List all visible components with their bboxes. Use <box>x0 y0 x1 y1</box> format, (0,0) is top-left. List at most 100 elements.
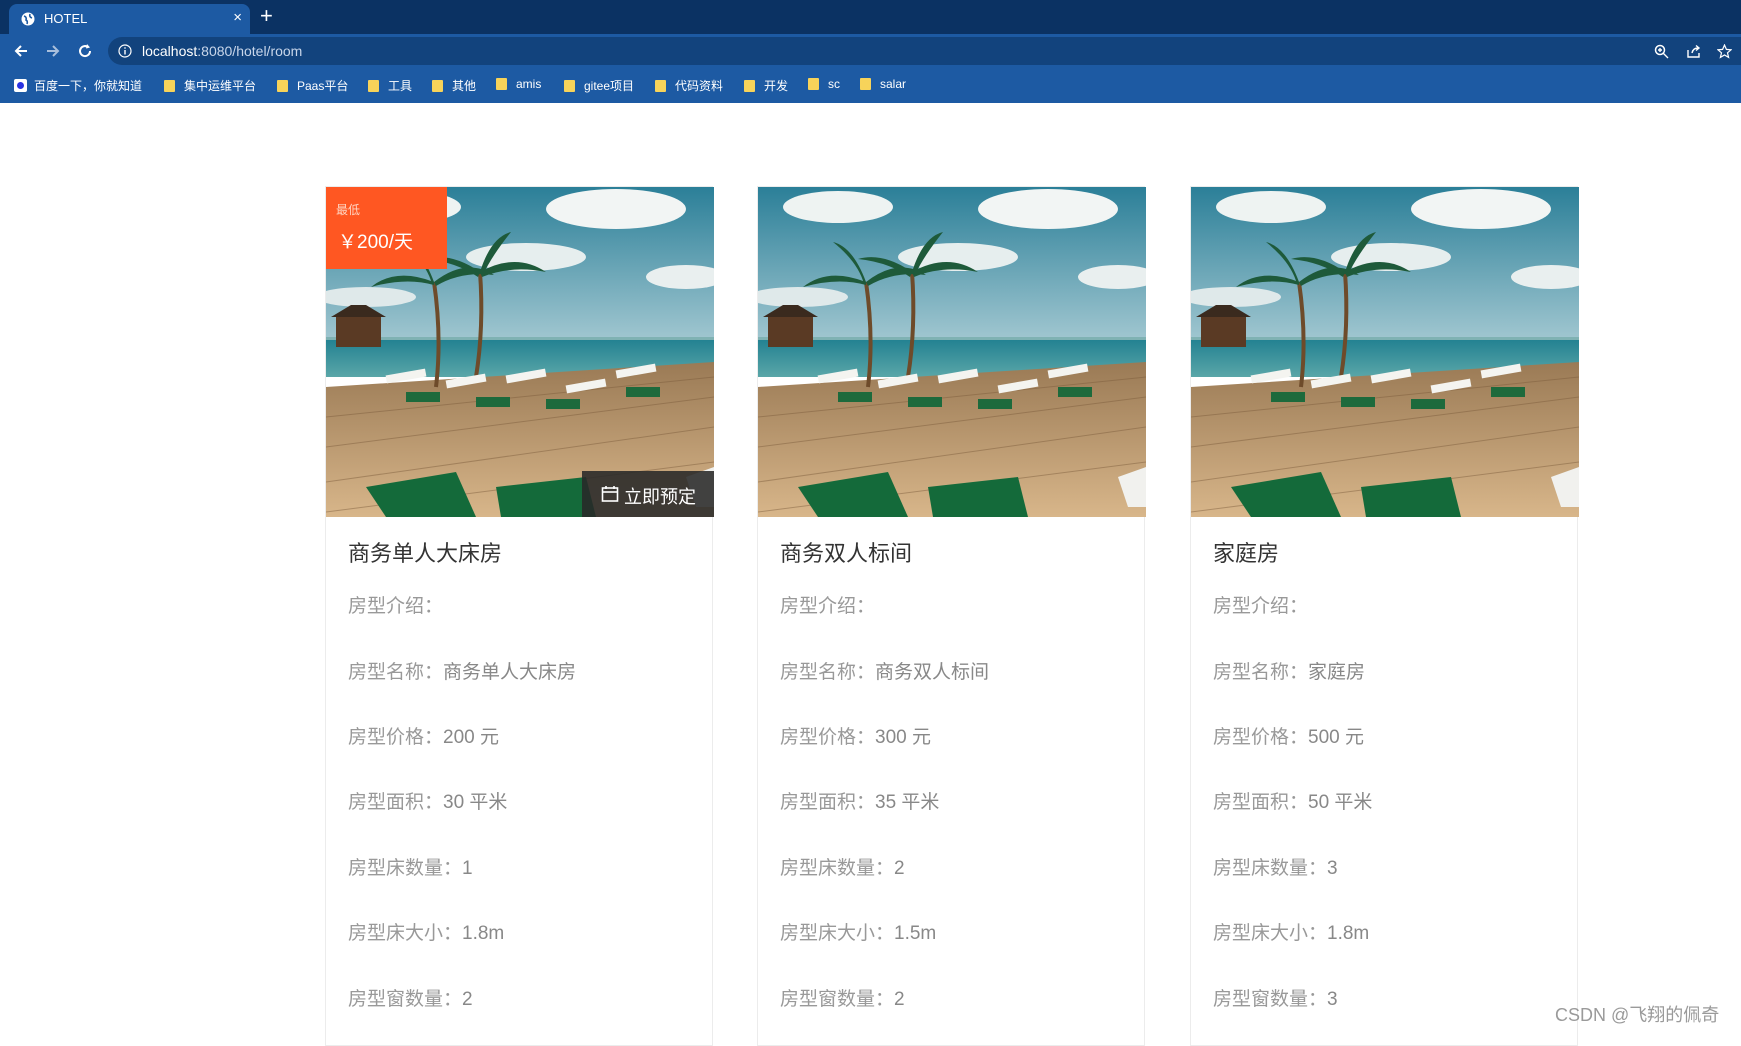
field-label: 房型介绍： <box>348 596 444 617</box>
bookmarks-bar: 百度一下，你就知道 集中运维平台 Paas平台 工具 其他 amis gitee… <box>0 70 1741 100</box>
bookmark-label: 开发 <box>764 79 789 93</box>
field-label: 房型窗数量： <box>348 989 463 1010</box>
bookmark-folder[interactable]: amis <box>496 77 541 91</box>
back-arrow-icon[interactable] <box>12 42 30 60</box>
field-label: 房型面积： <box>1213 792 1309 813</box>
bookmark-baidu[interactable]: 百度一下，你就知道 <box>14 77 142 94</box>
room-photo[interactable] <box>1191 187 1579 517</box>
resort-photo-image <box>758 187 1146 517</box>
url-path: :8080/hotel/room <box>197 43 303 59</box>
field-label: 房型面积： <box>780 792 876 813</box>
share-icon[interactable] <box>1686 44 1701 59</box>
folder-icon <box>277 80 288 92</box>
close-tab-icon[interactable]: × <box>233 9 242 27</box>
zoom-icon[interactable] <box>1654 44 1669 59</box>
reload-icon[interactable] <box>76 42 94 60</box>
field-label: 房型价格： <box>348 727 444 748</box>
bookmark-folder[interactable]: 集中运维平台 <box>164 77 256 94</box>
field-value: 2 <box>462 989 473 1010</box>
field-label: 房型床大小： <box>1213 923 1328 944</box>
field-value: 30 平米 <box>443 792 508 813</box>
bookmark-label: Paas平台 <box>297 79 349 93</box>
tab-strip: HOTEL × + <box>0 0 1741 34</box>
room-bed-size: 房型床大小：1.8m <box>348 918 504 945</box>
folder-icon <box>564 80 575 92</box>
field-value: 商务双人标间 <box>875 662 990 683</box>
room-name: 房型名称：商务双人标间 <box>780 657 989 684</box>
room-card: 商务双人标间 房型介绍： 房型名称：商务双人标间 房型价格：300 元 房型面积… <box>757 186 1146 1046</box>
field-label: 房型床数量： <box>780 858 895 879</box>
tab-hotel[interactable]: HOTEL × <box>9 4 250 34</box>
csdn-watermark: CSDN @飞翔的佩奇 <box>1555 1005 1720 1025</box>
room-window-count: 房型窗数量：3 <box>1213 984 1338 1011</box>
room-name: 房型名称：家庭房 <box>1213 657 1365 684</box>
room-bed-count: 房型床数量：2 <box>780 853 905 880</box>
bookmark-folder[interactable]: sc <box>808 77 840 91</box>
room-bed-count: 房型床数量：3 <box>1213 853 1338 880</box>
folder-icon <box>368 80 379 92</box>
field-value: 200 元 <box>443 727 499 748</box>
field-value: 3 <box>1327 989 1338 1010</box>
field-label: 房型价格： <box>780 727 876 748</box>
bookmark-folder[interactable]: Paas平台 <box>277 77 348 94</box>
field-label: 房型名称： <box>1213 662 1309 683</box>
field-label: 房型窗数量： <box>780 989 895 1010</box>
room-price: 房型价格：200 元 <box>348 722 499 749</box>
field-label: 房型名称： <box>780 662 876 683</box>
bookmark-folder[interactable]: gitee项目 <box>564 77 634 94</box>
lowest-price-badge: 最低 ￥200/天 <box>326 187 447 269</box>
bookmark-label: amis <box>516 77 542 91</box>
bookmark-label: salar <box>880 77 907 91</box>
bookmark-folder[interactable]: salar <box>860 77 906 91</box>
folder-icon <box>164 80 175 92</box>
room-title: 家庭房 <box>1213 541 1280 566</box>
field-value: 1.8m <box>1327 923 1370 944</box>
room-title: 商务双人标间 <box>780 541 913 566</box>
field-value: 300 元 <box>875 727 931 748</box>
room-bed-size: 房型床大小：1.5m <box>780 918 936 945</box>
bookmark-folder[interactable]: 开发 <box>744 77 788 94</box>
field-label: 房型介绍： <box>1213 596 1309 617</box>
field-label: 房型床数量： <box>1213 858 1328 879</box>
tab-title: HOTEL <box>44 11 88 26</box>
bookmark-folder[interactable]: 代码资料 <box>655 77 723 94</box>
field-value: 50 平米 <box>1308 792 1373 813</box>
room-window-count: 房型窗数量：2 <box>780 984 905 1011</box>
room-photo[interactable] <box>758 187 1146 517</box>
field-value: 1.5m <box>894 923 937 944</box>
browser-toolbar: localhost:8080/hotel/room 百度一下，你就知道 集中运维… <box>0 34 1741 103</box>
folder-icon <box>860 78 871 90</box>
room-price: 房型价格：300 元 <box>780 722 931 749</box>
badge-price: ￥200/天 <box>338 232 413 253</box>
bookmark-label: 集中运维平台 <box>184 79 257 93</box>
url-text[interactable]: localhost:8080/hotel/room <box>142 43 302 59</box>
resort-photo-image <box>1191 187 1579 517</box>
bookmark-label: 百度一下，你就知道 <box>34 79 143 93</box>
field-value: 2 <box>894 989 905 1010</box>
book-now-button[interactable]: 立即预定 <box>582 471 714 517</box>
room-name: 房型名称：商务单人大床房 <box>348 657 576 684</box>
url-host: localhost <box>142 43 198 59</box>
field-value: 35 平米 <box>875 792 940 813</box>
room-bed-size: 房型床大小：1.8m <box>1213 918 1369 945</box>
field-label: 房型窗数量： <box>1213 989 1328 1010</box>
info-icon[interactable] <box>118 44 132 58</box>
forward-arrow-icon[interactable] <box>44 42 62 60</box>
folder-icon <box>744 80 755 92</box>
bookmark-folder[interactable]: 其他 <box>432 77 476 94</box>
field-label: 房型床数量： <box>348 858 463 879</box>
bookmark-folder[interactable]: 工具 <box>368 77 412 94</box>
room-card: 家庭房 房型介绍： 房型名称：家庭房 房型价格：500 元 房型面积：50 平米… <box>1190 186 1579 1046</box>
bookmark-label: 代码资料 <box>675 79 724 93</box>
field-label: 房型名称： <box>348 662 444 683</box>
address-bar[interactable]: localhost:8080/hotel/room <box>108 37 1741 65</box>
star-bookmark-icon[interactable] <box>1717 44 1732 59</box>
field-label: 房型价格： <box>1213 727 1309 748</box>
field-label: 房型介绍： <box>780 596 876 617</box>
field-value: 1 <box>462 858 473 879</box>
field-value: 家庭房 <box>1308 662 1366 683</box>
new-tab-button[interactable]: + <box>260 3 273 29</box>
bookmark-label: 其他 <box>452 79 477 93</box>
field-value: 1.8m <box>462 923 505 944</box>
room-photo[interactable]: 最低 ￥200/天 立即预定 <box>326 187 714 517</box>
